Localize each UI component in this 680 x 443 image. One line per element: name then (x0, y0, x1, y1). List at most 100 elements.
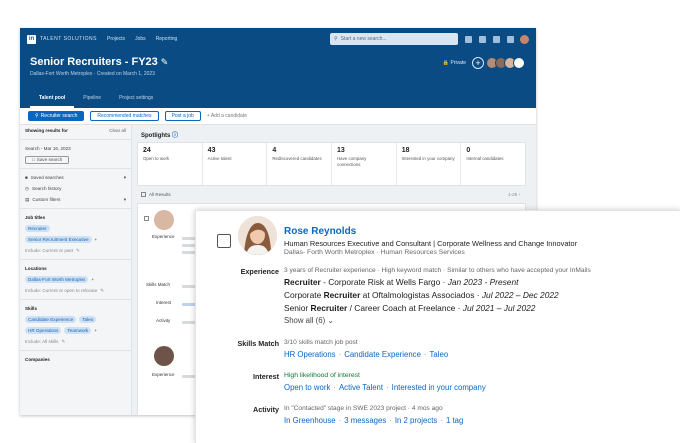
spotlight-internal[interactable]: 0 Internal candidates (461, 143, 525, 185)
skill-link[interactable]: HR Operations (284, 350, 336, 359)
messages-icon[interactable] (465, 35, 472, 43)
candidate-avatar[interactable] (154, 210, 174, 230)
chevron-down-icon: ▾ (123, 196, 126, 202)
skills-section: 3/10 skills match job post HR Operations… (284, 339, 448, 359)
action-bar: ⚲ Recruiter search Recommended matches Po… (20, 108, 536, 125)
save-search-label: Save search (36, 157, 63, 162)
global-search-input[interactable]: ⚲ Start a new search... (330, 33, 458, 45)
select-all-checkbox[interactable] (141, 192, 146, 197)
search-history-row[interactable]: ◷ Search history (20, 183, 131, 194)
recruiter-search-button[interactable]: ⚲ Recruiter search (28, 111, 85, 121)
interest-link[interactable]: Active Talent (339, 383, 383, 392)
spotlight-interested[interactable]: 18 Interested in your company (397, 143, 462, 185)
add-icon[interactable]: + (94, 328, 97, 333)
skills-links: HR Operations · Candidate Experience · Taleo (284, 350, 449, 359)
showing-results-label: Showing results for (25, 128, 68, 133)
location-pill[interactable]: Dallas-Fort Worth Metroplex (25, 276, 89, 283)
spotlight-rediscovered[interactable]: 4 Rediscovered candidates (267, 143, 333, 185)
user-avatar[interactable] (520, 34, 529, 44)
spotlight-count: 18 (401, 147, 410, 154)
activity-meta: In "Contacted" stage in SWE 2023 project… (284, 405, 443, 412)
spotlight-company-connections[interactable]: 13 Have company connections (332, 143, 397, 185)
spotlights-title-text: Spotlights (141, 133, 171, 139)
linkedin-logo[interactable]: in (27, 34, 36, 44)
candidate-avatar[interactable] (154, 346, 174, 366)
grid-icon[interactable] (479, 35, 486, 43)
candidate-card-zoomed: Rose Reynolds Human Resources Executive … (195, 210, 680, 443)
info-icon[interactable]: ⓘ (172, 133, 178, 139)
experience-keyword: Recruiter (310, 303, 348, 313)
candidate-avatar[interactable] (238, 216, 277, 255)
skill-pill[interactable]: Candidate Experience (25, 316, 77, 323)
activity-label: Activity (156, 318, 171, 323)
locations-pills: Dallas-Fort Worth Metroplex + (20, 274, 131, 285)
activity-section: In "Contacted" stage in SWE 2023 project… (284, 405, 463, 425)
chevron-right-icon[interactable]: › (518, 192, 520, 197)
nav-jobs[interactable]: Jobs (135, 36, 146, 42)
candidate-name[interactable]: Rose Reynolds (284, 226, 356, 237)
interest-link[interactable]: Interested in your company (392, 383, 486, 392)
experience-item: Senior Recruiter / Career Coach at Freel… (284, 303, 591, 313)
skill-link[interactable]: Candidate Experience (344, 350, 421, 359)
recommended-matches-button[interactable]: Recommended matches (90, 111, 159, 121)
job-title-pill[interactable]: Recruiter (25, 225, 50, 232)
spotlight-active-talent[interactable]: 43 Active talent (203, 143, 268, 185)
spotlight-label: Internal candidates (466, 156, 504, 161)
search-history-label: Search history (32, 186, 62, 191)
spotlight-label: Rediscovered candidates (272, 156, 322, 161)
activity-link[interactable]: In 2 projects (395, 416, 437, 425)
interest-link[interactable]: Open to work (284, 383, 330, 392)
candidate-checkbox[interactable] (217, 234, 231, 248)
bookmark-icon: ■ (25, 175, 28, 180)
activity-link[interactable]: In Greenhouse (284, 416, 336, 425)
post-job-button[interactable]: Post a job (164, 111, 201, 121)
skills-label: Skills (25, 306, 38, 311)
help-icon[interactable] (507, 35, 514, 43)
add-icon[interactable]: + (91, 277, 94, 282)
locations-label: Locations (25, 266, 47, 271)
add-collaborator-button[interactable]: + (472, 57, 484, 69)
experience-dates: Jul 2021 – Jul 2022 (462, 303, 536, 313)
tab-pipeline[interactable]: Pipeline (74, 95, 110, 108)
job-titles-note: Include: Current or past ✎ (20, 245, 131, 256)
nav-projects[interactable]: Projects (107, 36, 125, 42)
tab-project-settings[interactable]: Project settings (110, 95, 162, 108)
add-icon[interactable]: + (95, 237, 98, 242)
project-subtitle: Dallas-Fort Worth Metroplex · Created on… (30, 71, 155, 77)
interest-label: Interest (156, 300, 172, 305)
add-candidate-link[interactable]: + Add a candidate (207, 113, 247, 119)
skills-match-label: Skills Match (237, 339, 279, 348)
skill-pill[interactable]: HR Operations (25, 327, 62, 334)
lock-icon: 🔒 (442, 60, 450, 66)
saved-searches-row[interactable]: ■ Saved searches ▾ (20, 172, 131, 183)
private-toggle[interactable]: 🔒 Private (443, 60, 466, 66)
activity-link[interactable]: 1 tag (446, 416, 463, 425)
experience-keyword: Recruiter (323, 290, 361, 300)
all-results-label: All Results (149, 192, 171, 197)
showing-results-row: Showing results for Clear all (20, 125, 131, 136)
save-search-button[interactable]: □ Save search (25, 155, 70, 164)
interest-meta: High likelihood of interest (284, 372, 360, 379)
candidate-checkbox[interactable] (144, 216, 149, 221)
edit-pencil-icon[interactable]: ✎ (76, 248, 80, 254)
experience-keyword: Recruiter (284, 277, 321, 287)
skill-pill[interactable]: Teamwork (64, 327, 92, 334)
tab-talent-pool[interactable]: Talent pool (30, 95, 75, 108)
clear-all-link[interactable]: Clear all (109, 128, 126, 133)
spotlight-count: 24 (143, 147, 151, 154)
spotlight-open-to-work[interactable]: 24 Open to work (138, 143, 203, 185)
skill-pill[interactable]: Taleo (79, 316, 97, 323)
pagination[interactable]: 1-25 › (508, 192, 520, 197)
edit-pencil-icon[interactable]: ✎ (161, 57, 169, 67)
job-title-pill[interactable]: Senior Recruitment Executive (25, 236, 92, 243)
skill-link[interactable]: Taleo (430, 350, 449, 359)
edit-pencil-icon[interactable]: ✎ (100, 288, 104, 294)
activity-link[interactable]: 3 messages (344, 416, 386, 425)
show-all-experience-button[interactable]: Show all (6) ⌄ (284, 316, 591, 325)
experience-label: Experience (152, 372, 175, 377)
edit-pencil-icon[interactable]: ✎ (61, 339, 65, 345)
nav-reporting[interactable]: Reporting (156, 36, 178, 42)
custom-filters-row[interactable]: ▤ Custom filters ▾ (20, 194, 131, 205)
notifications-icon[interactable] (493, 35, 500, 43)
more-collaborators-icon[interactable] (513, 57, 525, 69)
